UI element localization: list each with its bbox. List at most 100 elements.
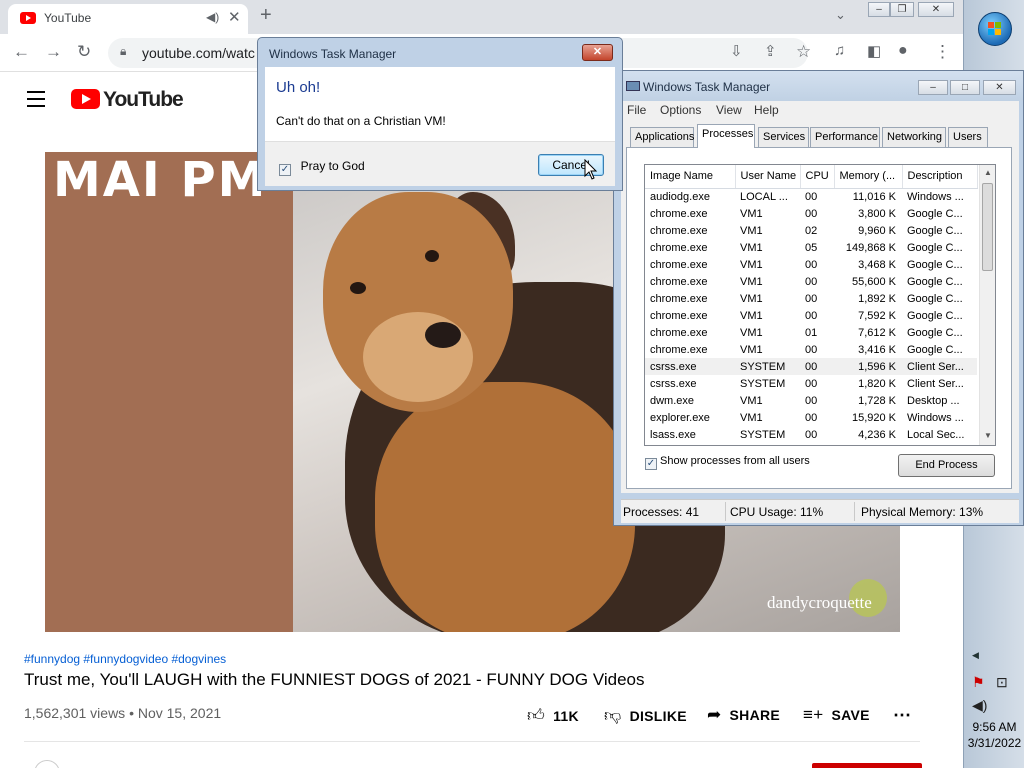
tab-performance[interactable]: Performance <box>810 127 880 147</box>
checkbox-checked-icon[interactable]: ✓ <box>279 164 291 176</box>
tab-processes[interactable]: Processes <box>697 124 755 148</box>
profile-icon[interactable]: ● <box>898 42 908 60</box>
process-row[interactable]: csrss.exe SYSTEM 00 1,596 K Client Ser... <box>645 358 977 375</box>
task-manager-titlebar[interactable]: Windows Task Manager – □ ✕ <box>614 71 1023 101</box>
process-row[interactable]: explorer.exe VM1 00 15,920 K Windows ... <box>645 409 977 426</box>
clock-time: 9:56 AM <box>972 720 1017 734</box>
process-image-name: chrome.exe <box>650 326 708 339</box>
column-image-name[interactable]: Image Name <box>645 165 736 189</box>
volume-icon[interactable]: ◀) <box>972 697 987 714</box>
tm-maximize-button[interactable]: □ <box>950 80 980 95</box>
scrollbar-thumb[interactable] <box>982 183 993 271</box>
column-memory[interactable]: Memory (... <box>834 165 903 189</box>
tab-close-icon[interactable]: ✕ <box>228 8 241 26</box>
subscribe-button[interactable] <box>812 763 922 768</box>
save-button[interactable]: ≡+ SAVE <box>803 705 870 725</box>
process-row[interactable]: lsass.exe SYSTEM 00 4,236 K Local Sec... <box>645 426 977 443</box>
column-description[interactable]: Description <box>902 165 978 189</box>
process-row[interactable]: chrome.exe VM1 00 3,416 K Google C... <box>645 341 977 358</box>
video-title: Trust me, You'll LAUGH with the FUNNIEST… <box>24 670 645 689</box>
tab-services[interactable]: Services <box>758 127 809 147</box>
tab-networking[interactable]: Networking <box>882 127 946 147</box>
dialog-close-button[interactable]: ✕ <box>582 44 613 61</box>
process-row[interactable]: chrome.exe VM1 00 7,592 K Google C... <box>645 307 977 324</box>
menu-file[interactable]: File <box>627 103 646 117</box>
new-tab-button[interactable]: + <box>260 4 272 27</box>
process-row[interactable]: chrome.exe VM1 00 3,468 K Google C... <box>645 256 977 273</box>
process-list[interactable]: Image Name User Name CPU Memory (... Des… <box>644 164 996 446</box>
youtube-logo-text: YouTube <box>103 88 184 111</box>
pray-to-god-checkbox[interactable]: ✓ Pray to God <box>279 159 365 176</box>
tray-expand-icon[interactable]: ◀ <box>972 650 979 661</box>
media-control-icon[interactable]: ♫ <box>834 42 845 59</box>
dislike-button[interactable]: 👎︎ DISLIKE <box>604 705 687 726</box>
scroll-up-icon[interactable]: ▲ <box>984 168 992 177</box>
tm-close-button[interactable]: ✕ <box>983 80 1016 95</box>
process-description: Google C... <box>907 326 963 339</box>
process-row[interactable]: chrome.exe VM1 00 1,892 K Google C... <box>645 290 977 307</box>
process-image-name: lsass.exe <box>650 428 696 441</box>
chrome-menu-icon[interactable]: ⋮ <box>934 42 951 62</box>
browser-restore-button[interactable]: ❐ <box>890 2 914 17</box>
video-hashtags[interactable]: #funnydog #funnydogvideo #dogvines <box>24 652 226 666</box>
channel-avatar[interactable] <box>34 760 60 768</box>
share-button[interactable]: ➦ SHARE <box>707 705 780 725</box>
system-clock[interactable]: 9:56 AM 3/31/2022 <box>964 719 1024 751</box>
process-image-name: chrome.exe <box>650 241 708 254</box>
task-manager-icon <box>626 81 640 91</box>
process-cpu: 00 <box>805 411 818 424</box>
column-cpu[interactable]: CPU <box>800 165 835 189</box>
process-row[interactable]: audiodg.exe LOCAL ... 00 11,016 K Windows ..… <box>645 188 977 205</box>
tm-minimize-button[interactable]: – <box>918 80 948 95</box>
process-row[interactable]: csrss.exe SYSTEM 00 1,820 K Client Ser... <box>645 375 977 392</box>
process-description: Desktop ... <box>907 394 960 407</box>
browser-close-button[interactable]: ✕ <box>918 2 954 17</box>
back-arrow-icon[interactable]: ← <box>13 42 30 62</box>
browser-minimize-button[interactable]: – <box>868 2 890 17</box>
process-row[interactable]: chrome.exe VM1 01 7,612 K Google C... <box>645 324 977 341</box>
menu-view[interactable]: View <box>716 103 742 117</box>
tab-users[interactable]: Users <box>948 127 988 147</box>
process-row[interactable]: chrome.exe VM1 05 149,868 K Google C... <box>645 239 977 256</box>
lock-icon[interactable]: 🔒︎ <box>120 44 126 59</box>
scroll-down-icon[interactable]: ▼ <box>984 431 992 440</box>
playlist-add-icon: ≡+ <box>803 705 824 724</box>
forward-arrow-icon[interactable]: → <box>45 42 62 62</box>
share-icon[interactable]: ⇪ <box>764 42 777 60</box>
process-cpu: 00 <box>805 275 818 288</box>
menu-help[interactable]: Help <box>754 103 779 117</box>
tab-search-icon[interactable]: ⌄ <box>835 7 846 23</box>
process-description: Client Ser... <box>907 377 964 390</box>
bookmark-star-icon[interactable]: ☆ <box>796 42 811 62</box>
checkbox-checked-icon[interactable]: ✓ <box>645 458 657 470</box>
process-list-scrollbar[interactable]: ▲ ▼ <box>979 165 995 445</box>
more-actions-icon[interactable]: ⋯ <box>893 705 911 726</box>
column-user-name[interactable]: User Name <box>735 165 801 189</box>
process-image-name: chrome.exe <box>650 292 708 305</box>
network-icon[interactable]: ⊡ <box>996 674 1008 691</box>
reload-icon[interactable]: ↻ <box>77 42 91 62</box>
process-row[interactable]: chrome.exe VM1 00 3,800 K Google C... <box>645 205 977 222</box>
youtube-favicon-icon <box>20 12 36 24</box>
end-process-button[interactable]: End Process <box>898 454 995 477</box>
speaker-icon[interactable]: ◀) <box>206 10 219 24</box>
tab-applications[interactable]: Applications <box>630 127 694 147</box>
action-center-flag-icon[interactable]: ⚑ <box>972 674 985 691</box>
tab-youtube[interactable]: YouTube ◀) ✕ <box>8 4 248 34</box>
install-app-icon[interactable]: ⇩ <box>730 42 743 60</box>
process-row[interactable]: dwm.exe VM1 00 1,728 K Desktop ... <box>645 392 977 409</box>
show-all-processes-checkbox[interactable]: ✓ Show processes from all users <box>645 455 810 470</box>
hamburger-menu-icon[interactable] <box>27 91 45 112</box>
process-row[interactable]: chrome.exe VM1 02 9,960 K Google C... <box>645 222 977 239</box>
start-button[interactable] <box>978 12 1012 46</box>
process-cpu: 02 <box>805 224 818 237</box>
process-image-name: chrome.exe <box>650 343 708 356</box>
process-cpu: 00 <box>805 207 818 220</box>
process-image-name: csrss.exe <box>650 377 697 390</box>
menu-options[interactable]: Options <box>660 103 701 117</box>
like-button[interactable]: 👍︎ 11K <box>527 705 579 726</box>
process-cpu: 00 <box>805 190 818 203</box>
side-panel-icon[interactable]: ◧ <box>867 42 881 60</box>
process-rows: audiodg.exe LOCAL ... 00 11,016 K Windows ..… <box>645 188 977 443</box>
process-row[interactable]: chrome.exe VM1 00 55,600 K Google C... <box>645 273 977 290</box>
